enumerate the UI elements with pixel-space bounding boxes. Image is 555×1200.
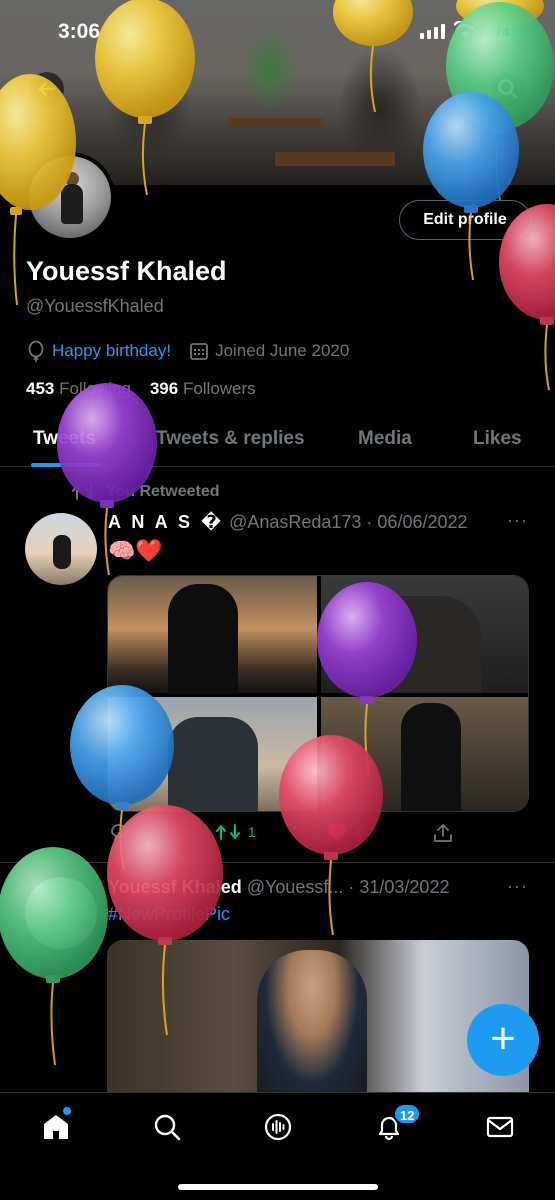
retweet-context: You Retweeted: [72, 483, 220, 501]
swing-seat: [275, 152, 395, 166]
tab-media[interactable]: Media: [358, 428, 412, 450]
profile-search-button[interactable]: [491, 72, 525, 106]
spaces-icon[interactable]: [262, 1111, 294, 1143]
tweet-author-name[interactable]: Youessf Khaled: [108, 877, 242, 897]
retweet-icon: [72, 484, 96, 500]
tab-tweets-replies[interactable]: Tweets & replies: [156, 428, 305, 450]
tweet-more-icon[interactable]: ···: [507, 876, 528, 897]
like-button[interactable]: 6: [326, 822, 364, 842]
followers-label: Followers: [182, 379, 256, 398]
tab-likes[interactable]: Likes: [473, 428, 522, 450]
swing-seat: [228, 118, 323, 128]
compose-tweet-button[interactable]: +: [467, 1004, 539, 1076]
profile-handle: @YouessfKhaled: [26, 296, 164, 316]
tweet-header: Youessf Khaled @Youessf... · 31/03/2022: [108, 877, 449, 898]
media-image-2[interactable]: [321, 576, 528, 693]
tweet-media-image[interactable]: [107, 940, 529, 1100]
like-count: 6: [356, 824, 364, 840]
share-button[interactable]: [432, 822, 454, 844]
tweet-separator: [0, 862, 555, 863]
status-time: 3:06: [58, 20, 101, 43]
hashtag-link[interactable]: #NewProfilePic: [108, 904, 230, 925]
followers-link[interactable]: 396 Followers: [150, 379, 256, 398]
profile-name: Youessf Khaled: [26, 256, 227, 286]
retweet-label: You Retweeted: [106, 483, 220, 500]
image-person: [168, 717, 258, 811]
notifications-badge: 12: [393, 1103, 422, 1125]
birthday-link[interactable]: Happy birthday!: [52, 341, 171, 361]
back-button[interactable]: [30, 72, 64, 106]
battery-indicator: 74: [484, 22, 520, 41]
tweet-header: A N A S � @AnasReda173 · 06/06/2022: [108, 512, 468, 533]
search-icon[interactable]: [151, 1111, 183, 1143]
tweet-actions: 1 6: [108, 822, 458, 846]
avatar-figure-body: [61, 184, 83, 224]
following-count: 453: [26, 379, 55, 398]
tweet-more-icon[interactable]: ···: [507, 510, 528, 531]
reply-button[interactable]: [108, 822, 130, 842]
avatar-figure: [53, 535, 71, 569]
tweet-author-name[interactable]: A N A S �: [108, 512, 224, 532]
tweet-avatar[interactable]: [25, 513, 97, 585]
following-link[interactable]: 453 Following: [26, 379, 131, 398]
plus-icon: +: [490, 1014, 516, 1063]
mail-icon[interactable]: [484, 1111, 516, 1143]
joined-date: Joined June 2020: [215, 341, 350, 360]
cellular-signal-icon: [420, 24, 445, 39]
image-silhouette: [168, 584, 238, 694]
tweet-text: 🧠❤️: [108, 538, 163, 563]
back-arrow-icon: [38, 81, 56, 97]
active-tab-indicator: [31, 463, 101, 467]
image-silhouette: [401, 703, 461, 811]
retweet-count: 1: [248, 824, 256, 840]
tweet-avatar[interactable]: [25, 877, 97, 949]
search-icon: [498, 79, 518, 99]
balloon-icon: [28, 340, 44, 362]
edit-profile-button[interactable]: Edit profile: [399, 200, 531, 240]
profile-tabs: Tweets Tweets & replies Media Likes: [0, 420, 555, 467]
retweet-icon: [216, 824, 240, 840]
profile-avatar[interactable]: [25, 152, 115, 242]
wifi-icon: [454, 21, 476, 38]
followers-count: 396: [149, 379, 179, 398]
heart-filled-icon: [327, 823, 347, 841]
home-indicator: [178, 1184, 378, 1190]
media-image-3[interactable]: [108, 697, 317, 811]
image-person: [257, 950, 367, 1100]
media-image-4[interactable]: [321, 697, 528, 811]
share-icon: [434, 824, 452, 842]
media-image-1[interactable]: [108, 576, 317, 694]
tab-tweets[interactable]: Tweets: [33, 428, 96, 450]
profile-meta: Happy birthday! Joined June 2020: [26, 340, 349, 362]
calendar-icon: [190, 343, 208, 360]
retweet-button[interactable]: 1: [216, 822, 256, 842]
follow-stats: 453 Following 396 Followers: [26, 379, 256, 399]
following-label: Following: [59, 379, 131, 398]
home-unread-dot: [63, 1107, 71, 1115]
tweet-author-meta: @Youessf... · 31/03/2022: [246, 877, 450, 897]
tweet-author-meta: @AnasReda173 · 06/06/2022: [229, 512, 468, 532]
status-bar: 3:06 74: [0, 0, 555, 60]
reply-icon: [111, 824, 127, 842]
home-icon[interactable]: [40, 1111, 72, 1143]
tweet-media-grid: [107, 575, 529, 812]
image-shirt: [361, 596, 481, 693]
